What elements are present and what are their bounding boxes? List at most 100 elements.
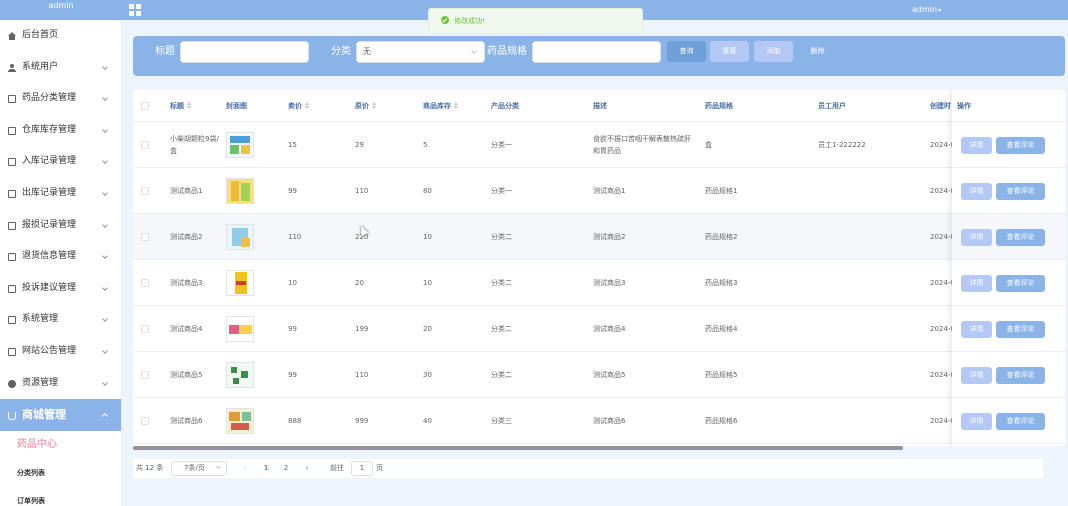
cell-desc: 测试商品1 xyxy=(593,187,626,195)
cover-image[interactable] xyxy=(226,132,254,158)
detail-button[interactable]: 详情 xyxy=(961,137,992,154)
row-checkbox[interactable] xyxy=(141,371,149,379)
chevron-down-icon xyxy=(102,253,108,259)
cover-image[interactable] xyxy=(226,270,254,296)
goto-page-input[interactable]: 1 xyxy=(351,461,373,476)
col-stock[interactable]: 商品库存 xyxy=(423,90,459,122)
user-dropdown[interactable]: admin▾ xyxy=(912,5,941,14)
submenu-category-list[interactable]: 分类列表 xyxy=(0,459,121,487)
submenu-order-list[interactable]: 订单列表 xyxy=(0,487,121,506)
view-reviews-button[interactable]: 查看评论 xyxy=(996,183,1045,200)
page-2[interactable]: 2 xyxy=(277,461,295,476)
view-reviews-button[interactable]: 查看评论 xyxy=(996,275,1045,292)
detail-button[interactable]: 详情 xyxy=(961,367,992,384)
cell-spec: 药品规格4 xyxy=(705,325,738,333)
query-button[interactable]: 查询 xyxy=(667,41,706,62)
cell-title: 小柴胡颗粒9袋/盒 xyxy=(170,135,219,155)
page-size-select[interactable]: 7条/页 xyxy=(171,461,227,476)
row-checkbox[interactable] xyxy=(141,325,149,333)
view-reviews-button[interactable]: 查看评论 xyxy=(996,413,1045,430)
next-page-icon[interactable]: › xyxy=(298,461,316,476)
cell-original: 29 xyxy=(355,141,364,149)
cell-desc: 测试商品3 xyxy=(593,279,626,287)
sidebar-item-system[interactable]: 系统管理 xyxy=(0,304,121,336)
sidebar-item-outbound[interactable]: 出库记录管理 xyxy=(0,178,121,210)
table-row[interactable]: 测试商品3 10 20 10 分类二 测试商品3 药品规格3 2024-0 xyxy=(133,260,1065,306)
cover-image[interactable] xyxy=(226,224,254,250)
sidebar-item-label: 药品分类管理 xyxy=(22,93,77,104)
table-row[interactable]: 测试商品2 110 220 10 分类二 测试商品2 药品规格2 2024-0 xyxy=(133,214,1065,260)
detail-button[interactable]: 详情 xyxy=(961,321,992,338)
detail-button[interactable]: 详情 xyxy=(961,275,992,292)
view-reviews-button[interactable]: 查看评论 xyxy=(996,229,1045,246)
sidebar: 后台首页 系统用户 药品分类管理 仓库库存管理 入库记录管理 出库记录管理 报损… xyxy=(0,20,122,506)
operations-column: 操作 详情 查看评论 详情 查看评论 详情 查看评论 详情 查看评论 详情 查看评论 详情… xyxy=(952,90,1065,446)
submenu-drug-center[interactable]: 药品中心 xyxy=(0,431,121,459)
sidebar-item-mall[interactable]: 商城管理 xyxy=(0,399,121,432)
cell-original: 220 xyxy=(355,233,369,241)
doc-icon xyxy=(8,284,16,293)
cell-desc: 测试商品6 xyxy=(593,417,626,425)
sidebar-item-label: 系统用户 xyxy=(22,61,59,72)
cover-image[interactable] xyxy=(226,316,254,342)
cell-price: 99 xyxy=(288,371,297,379)
row-checkbox[interactable] xyxy=(141,417,149,425)
table-row[interactable]: 测试商品4 99 199 20 分类二 测试商品4 药品规格4 2024-0 xyxy=(133,306,1065,352)
view-reviews-button[interactable]: 查看评论 xyxy=(996,137,1045,154)
row-checkbox[interactable] xyxy=(141,141,149,149)
cart-icon xyxy=(8,412,16,421)
cover-image[interactable] xyxy=(226,178,254,204)
sidebar-item-system-users[interactable]: 系统用户 xyxy=(0,52,121,84)
table-row[interactable]: 测试商品1 99 110 80 分类一 测试商品1 药品规格1 2024-0 xyxy=(133,168,1065,214)
sidebar-item-complaints[interactable]: 投诉建议管理 xyxy=(0,273,121,305)
cell-price: 888 xyxy=(288,417,302,425)
sidebar-item-resources[interactable]: 资源管理 xyxy=(0,368,121,400)
sidebar-item-drug-category[interactable]: 药品分类管理 xyxy=(0,83,121,115)
cell-spec: 药品规格6 xyxy=(705,417,738,425)
cell-original: 110 xyxy=(355,187,369,195)
row-checkbox[interactable] xyxy=(141,279,149,287)
user-icon xyxy=(8,63,16,72)
col-title[interactable]: 标题 xyxy=(170,90,192,122)
row-checkbox[interactable] xyxy=(141,187,149,195)
spec-input[interactable] xyxy=(532,41,661,63)
cell-price: 99 xyxy=(288,187,297,195)
table-row[interactable]: 小柴胡颗粒9袋/盒 15 29 5 分类一 食欲不振口苦咽干解表散热疏肝和胃药品… xyxy=(133,122,1065,168)
page-1[interactable]: 1 xyxy=(257,461,275,476)
cover-image[interactable] xyxy=(226,362,254,388)
prev-page-icon[interactable]: ‹ xyxy=(236,461,254,476)
cell-price: 99 xyxy=(288,325,297,333)
cell-desc: 测试商品5 xyxy=(593,371,626,379)
cell-title: 测试商品2 xyxy=(170,233,203,241)
title-input[interactable] xyxy=(180,41,309,63)
sidebar-item-loss[interactable]: 报损记录管理 xyxy=(0,210,121,242)
col-price[interactable]: 卖价 xyxy=(288,90,310,122)
cover-image[interactable] xyxy=(226,408,254,434)
chevron-down-icon xyxy=(102,221,108,228)
detail-button[interactable]: 详情 xyxy=(961,229,992,246)
sidebar-item-returns[interactable]: 退货信息管理 xyxy=(0,241,121,273)
select-all-checkbox[interactable] xyxy=(141,102,149,110)
sidebar-item-label: 网站公告管理 xyxy=(22,345,77,356)
delete-button[interactable]: 删除 xyxy=(798,41,837,62)
cell-original: 199 xyxy=(355,325,369,333)
sidebar-item-home[interactable]: 后台首页 xyxy=(0,20,121,52)
spec-label: 药品规格 xyxy=(487,46,527,57)
sidebar-item-warehouse[interactable]: 仓库库存管理 xyxy=(0,115,121,147)
table-row[interactable]: 测试商品5 99 110 30 分类二 测试商品5 药品规格5 2024-0 xyxy=(133,352,1065,398)
horizontal-scrollbar[interactable] xyxy=(133,446,903,450)
col-original[interactable]: 原价 xyxy=(355,90,377,122)
view-reviews-button[interactable]: 查看评论 xyxy=(996,367,1045,384)
detail-button[interactable]: 详情 xyxy=(961,183,992,200)
row-checkbox[interactable] xyxy=(141,233,149,241)
add-button[interactable]: 添加 xyxy=(754,41,793,62)
category-select[interactable]: 无 xyxy=(356,41,485,63)
detail-button[interactable]: 详情 xyxy=(961,413,992,430)
cell-price: 10 xyxy=(288,279,297,287)
view-reviews-button[interactable]: 查看评论 xyxy=(996,321,1045,338)
table-row[interactable]: 测试商品6 888 999 40 分类三 测试商品6 药品规格6 2024-0 xyxy=(133,398,1065,444)
reset-button[interactable]: 重置 xyxy=(710,41,749,62)
sidebar-item-inbound[interactable]: 入库记录管理 xyxy=(0,146,121,178)
sidebar-item-notices[interactable]: 网站公告管理 xyxy=(0,336,121,368)
menu-grid-icon[interactable] xyxy=(129,4,141,16)
